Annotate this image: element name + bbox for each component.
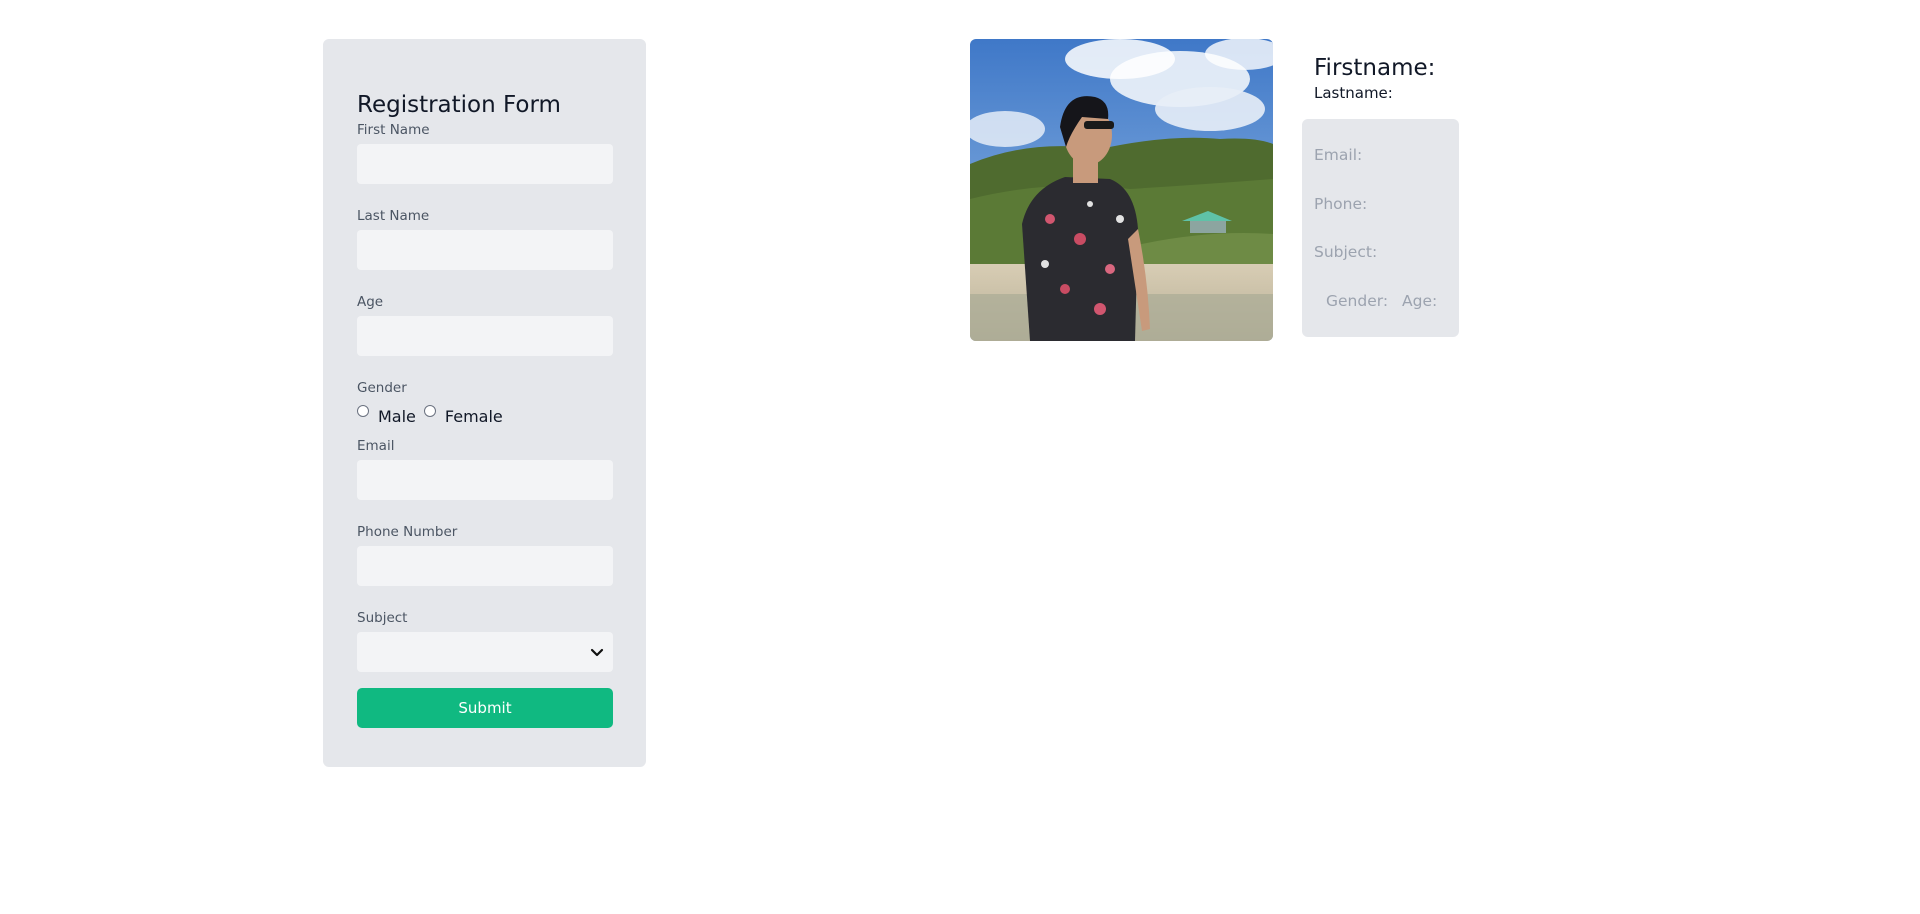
last-name-input[interactable] [357,230,613,270]
form-title: Registration Form [357,92,561,118]
gender-female-label[interactable]: Female [445,407,503,426]
phone-label: Phone Number [357,524,458,540]
profile-photo [970,39,1273,341]
subject-label: Subject [357,610,408,626]
first-name-label: First Name [357,122,430,138]
age-label: Age [357,294,384,310]
phone-input[interactable] [357,546,613,586]
preview-firstname: Firstname: [1314,55,1436,81]
preview-phone: Phone: [1314,195,1368,213]
subject-select[interactable] [357,632,613,672]
preview-lastname: Lastname: [1314,84,1393,102]
gender-male-radio[interactable] [357,405,369,417]
gender-male-label[interactable]: Male [378,407,416,426]
gender-label: Gender [357,380,407,396]
chevron-down-icon [590,648,604,657]
preview-info-card: Email: Phone: Subject: Gender: Age: [1302,119,1459,337]
submit-button[interactable]: Submit [357,688,613,728]
registration-form-card: Registration Form First Name Last Name A… [323,39,646,767]
email-label: Email [357,438,395,454]
gender-radio-group: Male Female [357,403,613,426]
email-input[interactable] [357,460,613,500]
registration-form: Registration Form First Name Last Name A… [357,91,613,728]
last-name-label: Last Name [357,208,430,224]
preview-gender: Gender: [1326,292,1389,310]
profile-photo-image [970,39,1273,341]
preview-name-block: Firstname: Lastname: [1314,53,1435,103]
age-input[interactable] [357,316,613,356]
first-name-input[interactable] [357,144,613,184]
preview-age: Age: [1402,292,1438,310]
preview-email: Email: [1314,146,1363,164]
gender-female-radio[interactable] [423,405,436,417]
preview-subject: Subject: [1314,243,1378,261]
